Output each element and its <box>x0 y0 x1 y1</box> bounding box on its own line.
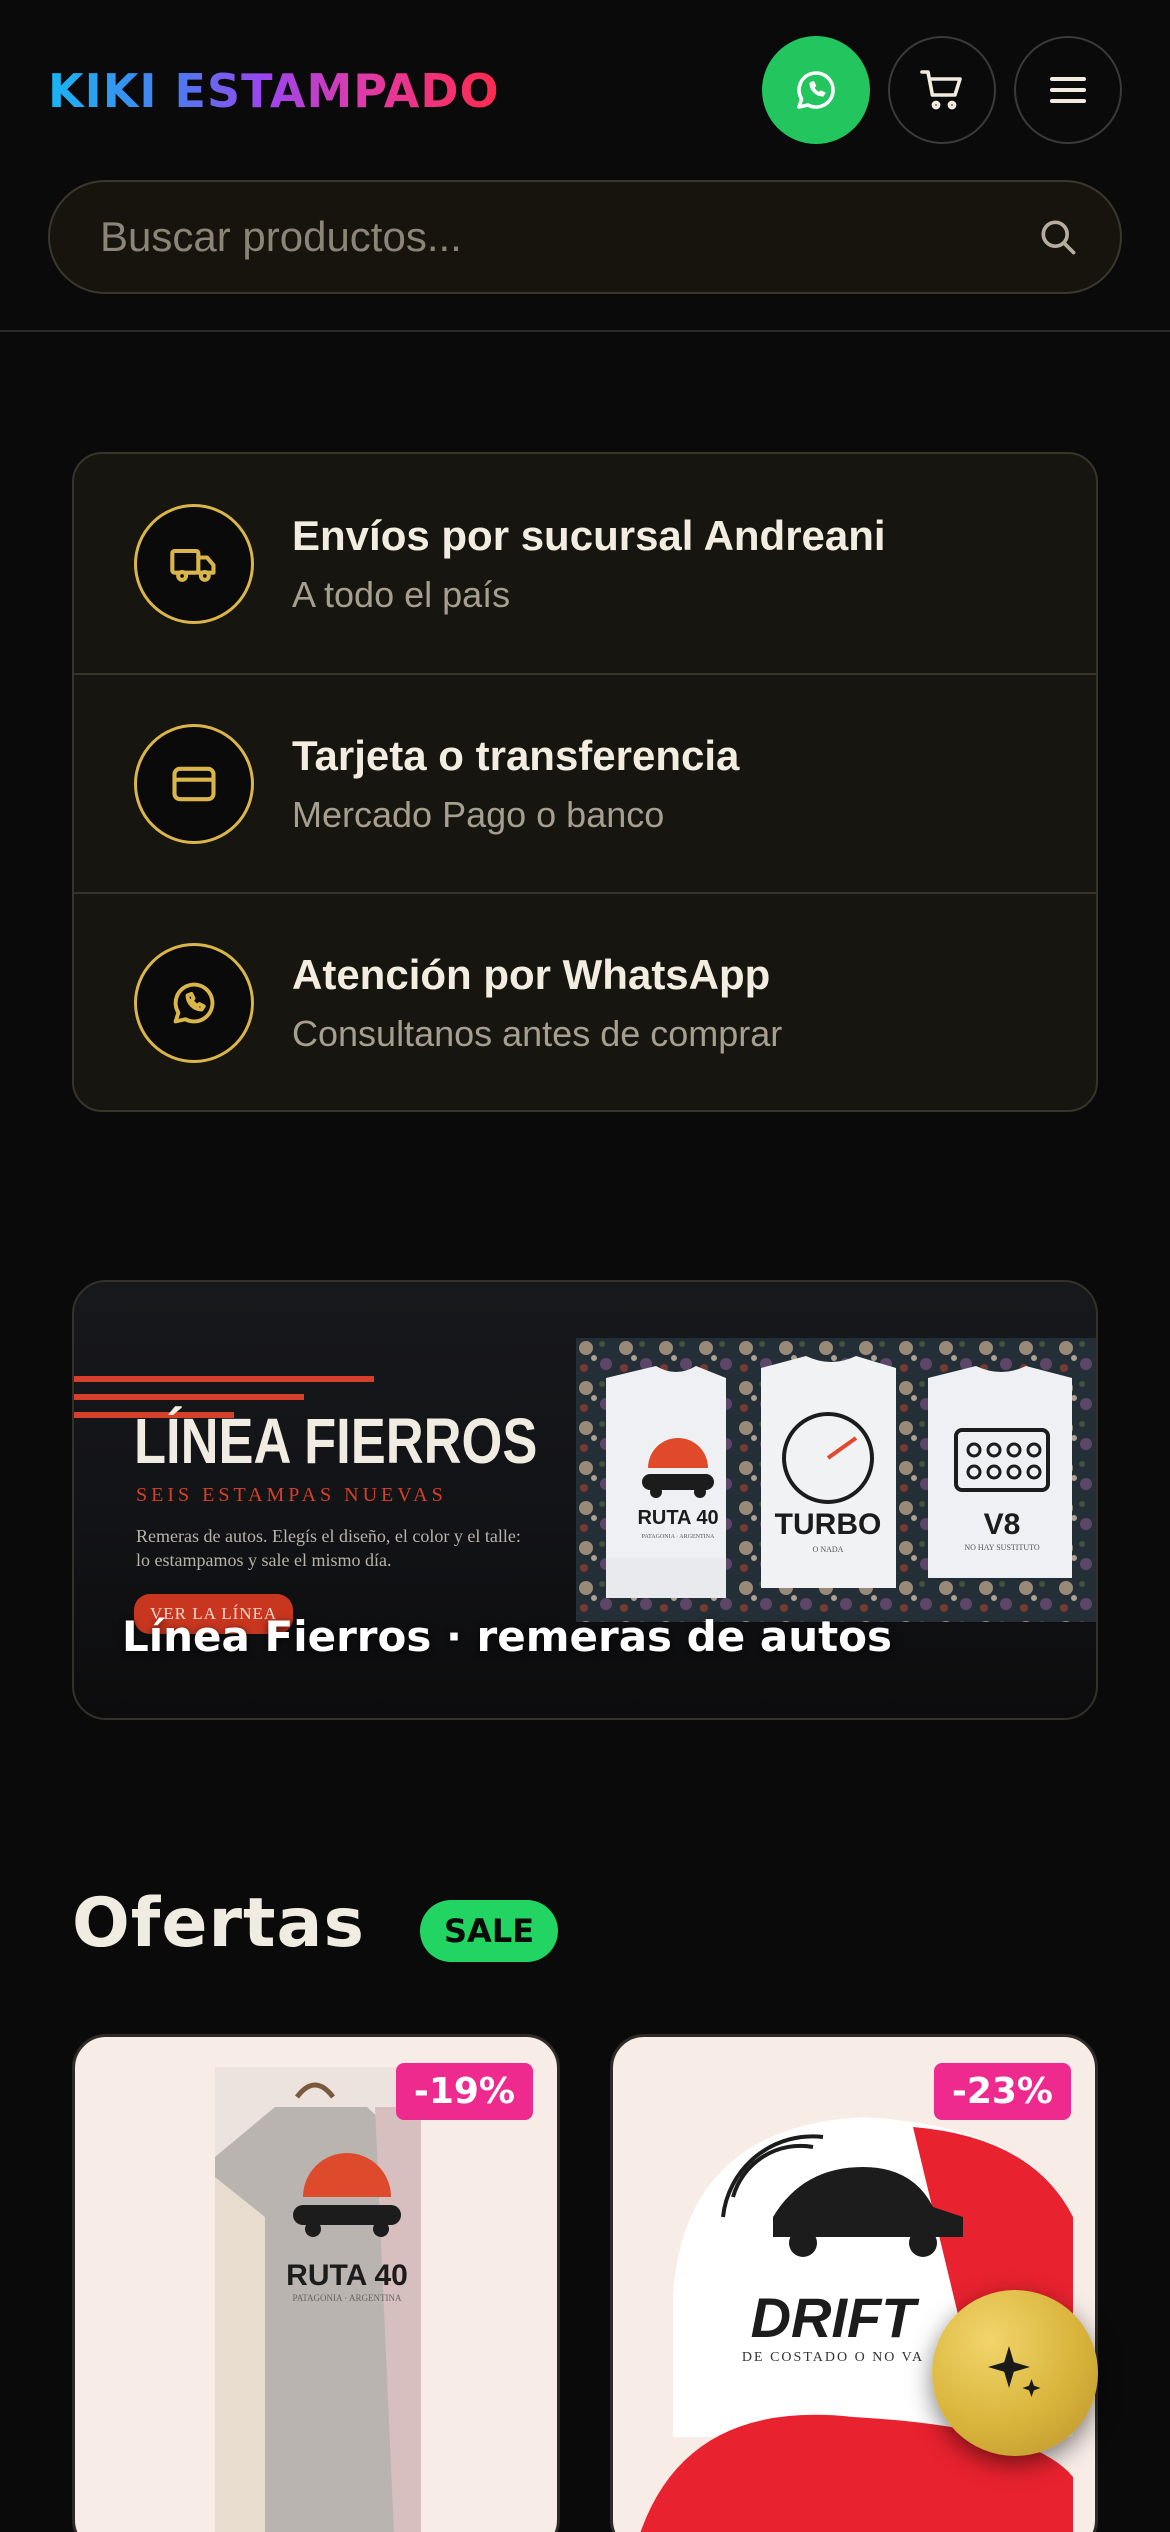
feature-icon-circle <box>134 942 254 1063</box>
search-input[interactable] <box>100 213 1036 261</box>
feature-title: Atención por WhatsApp <box>292 950 771 998</box>
discount-badge: -23% <box>933 2063 1071 2120</box>
search-bar <box>48 180 1122 294</box>
product-card[interactable]: RUTA 40 PATAGONIA · ARGENTINA -19% <box>72 2034 560 2532</box>
shirt-tagline: PATAGONIA · ARGENTINA <box>642 1534 715 1540</box>
banner-title: LÍNEA FIERROS <box>134 1405 538 1477</box>
whatsapp-button[interactable] <box>762 36 870 144</box>
feature-payment: Tarjeta o transferencia Mercado Pago o b… <box>74 673 1096 892</box>
banner-subtitle: SEIS ESTAMPAS NUEVAS <box>136 1484 447 1506</box>
banner-shirts-image: RUTA 40 PATAGONIA · ARGENTINA TURBO O NA… <box>576 1338 1096 1622</box>
logo[interactable]: KIKI ESTAMPADO <box>48 64 500 118</box>
banner-description: Remeras de autos. Elegís el diseño, el c… <box>136 1526 521 1570</box>
product-card[interactable]: DRIFT DE COSTADO O NO VA -23% <box>610 2034 1098 2532</box>
features-panel: Envíos por sucursal Andreani A todo el p… <box>72 452 1098 1112</box>
ai-assistant-button[interactable] <box>932 2290 1098 2456</box>
promo-banner[interactable]: LÍNEA FIERROS SEIS ESTAMPAS NUEVAS Remer… <box>72 1280 1098 1720</box>
truck-icon <box>170 548 216 582</box>
feature-subtitle: Consultanos antes de comprar <box>292 1012 783 1054</box>
sparkle-icon <box>988 2346 1041 2397</box>
shirt-ruta40: RUTA 40 PATAGONIA · ARGENTINA <box>606 1366 726 1598</box>
feature-title: Envíos por sucursal Andreani <box>292 511 886 559</box>
sale-badge: SALE <box>420 1900 559 1962</box>
header: KIKI ESTAMPADO <box>0 0 1170 332</box>
cart-icon <box>920 70 962 110</box>
shirt-text: V8 <box>984 1508 1021 1541</box>
banner-stripe <box>74 1394 304 1400</box>
feature-subtitle: A todo el país <box>292 573 511 615</box>
menu-button[interactable] <box>1014 36 1122 144</box>
menu-icon <box>1050 77 1086 103</box>
shirt-text: RUTA 40 <box>637 1507 718 1529</box>
search-icon[interactable] <box>1036 215 1080 259</box>
cart-button[interactable] <box>888 36 996 144</box>
shirt-tagline: NO HAY SUSTITUTO <box>964 1543 1039 1552</box>
section-title-ofertas: Ofertas <box>72 1884 365 1963</box>
discount-badge: -19% <box>395 2063 533 2120</box>
feature-subtitle: Mercado Pago o banco <box>292 793 665 835</box>
shirt-v8: V8 NO HAY SUSTITUTO <box>928 1366 1072 1578</box>
feature-icon-circle <box>134 503 254 624</box>
whatsapp-icon <box>797 71 835 109</box>
print-tagline: PATAGONIA · ARGENTINA <box>293 2293 402 2303</box>
shirt-tagline: O NADA <box>813 1545 844 1554</box>
whatsapp-icon <box>173 982 215 1023</box>
feature-whatsapp: Atención por WhatsApp Consultanos antes … <box>74 892 1096 1110</box>
feature-icon-circle <box>134 723 254 844</box>
shirt-text: TURBO <box>775 1508 882 1541</box>
print-tagline: DE COSTADO O NO VA <box>742 2350 924 2365</box>
banner-caption: Línea Fierros · remeras de autos <box>122 1612 893 1661</box>
feature-title: Tarjeta o transferencia <box>292 731 740 779</box>
banner-stripe <box>74 1376 374 1382</box>
credit-card-icon <box>172 766 216 801</box>
shirt-turbo: TURBO O NADA <box>761 1356 896 1588</box>
feature-shipping: Envíos por sucursal Andreani A todo el p… <box>74 454 1096 673</box>
print-text: DRIFT <box>751 2286 921 2349</box>
print-text: RUTA 40 <box>286 2259 408 2292</box>
